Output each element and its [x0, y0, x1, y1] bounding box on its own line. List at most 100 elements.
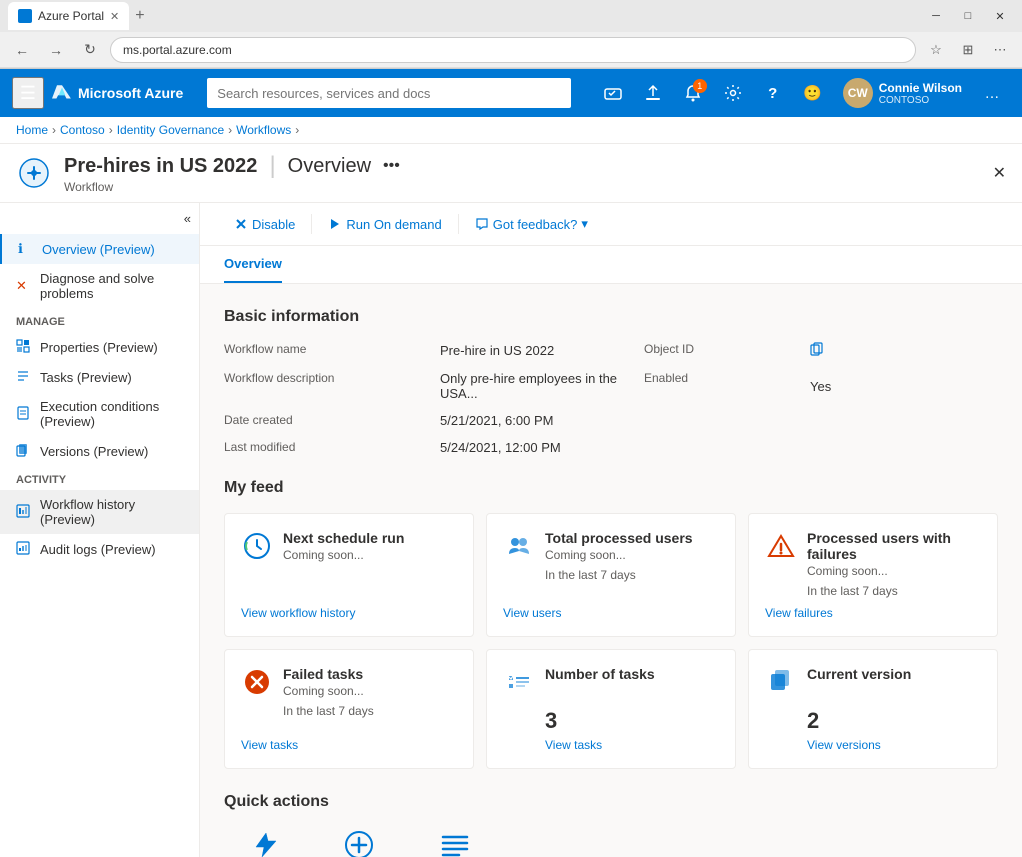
card-next-schedule-title-area: Next schedule run Coming soon... [283, 530, 404, 562]
tab-close-btn[interactable]: ✕ [110, 10, 119, 23]
more-button[interactable]: … [974, 75, 1010, 111]
tab-favicon [18, 9, 32, 23]
back-button[interactable]: ← [8, 36, 36, 64]
sidebar-item-properties[interactable]: Properties (Preview) [0, 332, 199, 362]
disable-button[interactable]: Disable [224, 212, 305, 237]
card-failed-tasks-title-area: Failed tasks Coming soon... [283, 666, 364, 698]
view-workflow-history-link[interactable]: View workflow history [241, 606, 457, 620]
basic-info-title: Basic information [224, 308, 998, 326]
users-icon-svg [505, 532, 533, 560]
diagnose-icon: ✕ [16, 278, 32, 294]
forward-button[interactable]: → [42, 36, 70, 64]
sidebar-item-diagnose[interactable]: ✕ Diagnose and solve problems [0, 264, 199, 308]
card-processed-failures-title-area: Processed users with failures Coming soo… [807, 530, 981, 578]
extensions-button[interactable]: ⋯ [986, 36, 1014, 64]
run-icon [328, 217, 342, 231]
page-header: Pre-hires in US 2022 | Overview ••• Work… [0, 144, 1022, 203]
search-input[interactable] [207, 78, 570, 108]
quick-action-add-task[interactable]: Add task [336, 827, 383, 857]
feedback-button[interactable]: Got feedback? ▾ [465, 211, 598, 237]
tasks-icon-svg [16, 369, 30, 383]
workflow-history-icon-svg [16, 504, 30, 518]
page-more-button[interactable]: ••• [379, 153, 404, 179]
card-next-schedule-header: Next schedule run Coming soon... [241, 530, 457, 562]
tasks-count-icon [503, 666, 535, 698]
view-failures-link[interactable]: View failures [765, 606, 981, 620]
breadcrumb-home[interactable]: Home [16, 123, 48, 137]
cloud-shell-button[interactable] [595, 75, 631, 111]
portal-logo[interactable]: Microsoft Azure [52, 83, 183, 103]
settings-button[interactable] [715, 75, 751, 111]
sidebar-item-diagnose-label: Diagnose and solve problems [40, 271, 183, 301]
browser-titlebar: Azure Portal ✕ + ─ □ ✕ [0, 0, 1022, 32]
view-versions-link[interactable]: View versions [765, 738, 981, 752]
quick-action-view-history[interactable]: View workflow history [415, 827, 495, 857]
maximize-button[interactable]: □ [954, 6, 982, 26]
address-bar[interactable]: ms.portal.azure.com [110, 37, 916, 63]
sidebar-item-versions[interactable]: Versions (Preview) [0, 436, 199, 466]
sidebar-item-properties-label: Properties (Preview) [40, 340, 158, 355]
sidebar-item-execution[interactable]: Execution conditions (Preview) [0, 392, 199, 436]
execution-icon-svg [16, 406, 30, 420]
run-on-demand-button[interactable]: Run On demand [318, 212, 451, 237]
wf-desc-value: Only pre-hire employees in the USA... [440, 371, 628, 401]
hamburger-menu[interactable]: ☰ [12, 77, 44, 109]
copy-object-id-button[interactable] [810, 342, 824, 359]
plus-circle-icon [343, 829, 375, 857]
feedback-button[interactable]: 🙂 [795, 75, 831, 111]
toolbar: Disable Run On demand Got feedback? ▾ [200, 203, 1022, 246]
feedback-chevron: ▾ [581, 216, 588, 232]
user-menu[interactable]: CW Connie Wilson CONTOSO [835, 74, 970, 112]
card-current-version-value: 2 [807, 708, 981, 734]
list-icon [439, 829, 471, 857]
upload-icon [644, 84, 662, 102]
breadcrumb-identity-governance[interactable]: Identity Governance [117, 123, 224, 137]
sidebar-item-workflow-history[interactable]: Workflow history (Preview) [0, 490, 199, 534]
view-tasks-link-failed[interactable]: View tasks [241, 738, 457, 752]
minimize-button[interactable]: ─ [922, 6, 950, 26]
browser-tab[interactable]: Azure Portal ✕ [8, 2, 129, 30]
run-demand-icon [246, 827, 282, 857]
add-task-icon [341, 827, 377, 857]
last-modified-label: Last modified [224, 440, 424, 455]
feedback-label: Got feedback? [493, 217, 578, 232]
close-window-button[interactable]: ✕ [986, 6, 1014, 26]
portal-name: Microsoft Azure [78, 85, 183, 101]
page-title-area: Pre-hires in US 2022 | Overview ••• Work… [64, 152, 404, 194]
empty-label-1 [644, 413, 794, 428]
feedback-icon [475, 217, 489, 231]
toolbar-separator-1 [311, 214, 312, 234]
clock-icon [243, 532, 271, 560]
card-processed-failures-header: Processed users with failures Coming soo… [765, 530, 981, 578]
view-tasks-link-number[interactable]: View tasks [503, 738, 719, 752]
refresh-button[interactable]: ↻ [76, 36, 104, 64]
date-created-label: Date created [224, 413, 424, 428]
sidebar-item-overview[interactable]: ℹ Overview (Preview) [0, 234, 199, 264]
schedule-icon [241, 530, 273, 562]
sidebar-item-audit-logs[interactable]: Audit logs (Preview) [0, 534, 199, 564]
new-tab-button[interactable]: + [135, 7, 144, 25]
workflow-icon-svg [18, 157, 50, 189]
breadcrumb-contoso[interactable]: Contoso [60, 123, 105, 137]
close-page-button[interactable]: ✕ [993, 163, 1006, 183]
user-tenant: CONTOSO [879, 95, 962, 106]
card-next-schedule-title: Next schedule run [283, 530, 404, 546]
topbar: ☰ Microsoft Azure 1 [0, 69, 1022, 117]
notifications-button[interactable]: 1 [675, 75, 711, 111]
sidebar-item-tasks[interactable]: Tasks (Preview) [0, 362, 199, 392]
topbar-icons: 1 ? 🙂 CW Connie Wilson CONTOSO … [595, 74, 1010, 112]
execution-icon [16, 406, 32, 422]
breadcrumb-workflows[interactable]: Workflows [236, 123, 291, 137]
collections-button[interactable]: ⊞ [954, 36, 982, 64]
quick-action-run-demand[interactable]: Run on demand [224, 827, 304, 857]
help-button[interactable]: ? [755, 75, 791, 111]
upload-button[interactable] [635, 75, 671, 111]
copy-icon [810, 342, 824, 356]
sidebar-collapse-button[interactable]: « [0, 203, 199, 234]
overview-icon: ℹ [18, 241, 34, 257]
version-icon [765, 666, 797, 698]
tab-overview[interactable]: Overview [224, 246, 282, 283]
card-processed-failures-period: In the last 7 days [807, 584, 981, 598]
favorites-button[interactable]: ☆ [922, 36, 950, 64]
view-users-link[interactable]: View users [503, 606, 719, 620]
